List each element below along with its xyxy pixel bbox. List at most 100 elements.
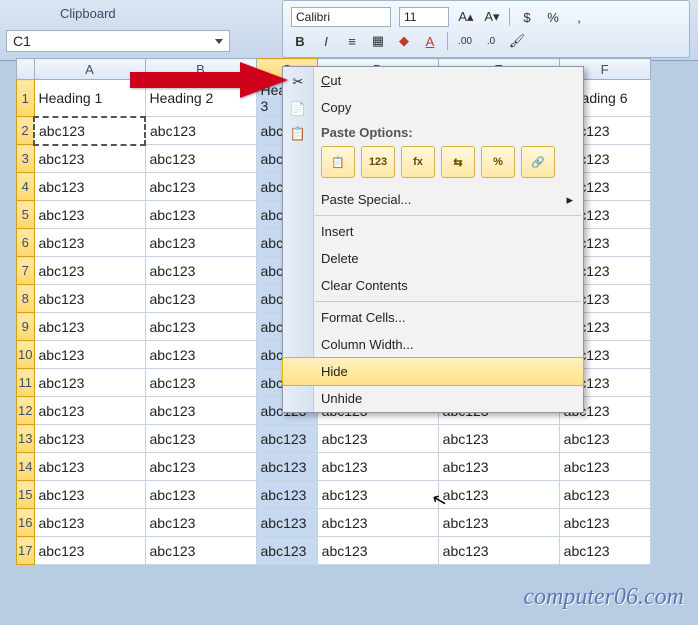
data-cell[interactable]: abc123 <box>34 173 145 201</box>
row-header[interactable]: 1 <box>17 80 35 117</box>
row-header[interactable]: 14 <box>17 453 35 481</box>
data-cell[interactable]: abc123 <box>317 481 438 509</box>
data-cell[interactable]: abc123 <box>256 481 317 509</box>
paste-option-button[interactable]: % <box>481 146 515 178</box>
select-all-corner[interactable] <box>17 59 35 80</box>
data-cell[interactable]: abc123 <box>145 313 256 341</box>
data-cell[interactable]: abc123 <box>256 425 317 453</box>
data-cell[interactable]: abc123 <box>559 481 650 509</box>
row-header[interactable]: 2 <box>17 117 35 145</box>
menu-item-cut[interactable]: ✂ Cut <box>283 67 583 94</box>
data-cell[interactable]: abc123 <box>317 537 438 565</box>
row-header[interactable]: 10 <box>17 341 35 369</box>
data-cell[interactable]: abc123 <box>438 481 559 509</box>
paste-option-button[interactable]: fx <box>401 146 435 178</box>
data-cell[interactable]: abc123 <box>145 537 256 565</box>
data-cell[interactable]: abc123 <box>145 117 256 145</box>
data-cell[interactable]: abc123 <box>34 201 145 229</box>
data-cell[interactable]: abc123 <box>34 453 145 481</box>
data-cell[interactable]: abc123 <box>145 257 256 285</box>
data-cell[interactable]: abc123 <box>145 341 256 369</box>
menu-item-copy[interactable]: 📄 Copy <box>283 94 583 121</box>
menu-item-hide[interactable]: Hide <box>282 357 584 386</box>
comma-format-button[interactable]: , <box>570 8 588 26</box>
data-cell[interactable]: abc123 <box>34 509 145 537</box>
row-header[interactable]: 16 <box>17 509 35 537</box>
row-header[interactable]: 8 <box>17 285 35 313</box>
data-cell[interactable]: abc123 <box>145 201 256 229</box>
data-cell[interactable]: abc123 <box>34 425 145 453</box>
row-header[interactable]: 13 <box>17 425 35 453</box>
borders-button[interactable]: ▦ <box>369 32 387 50</box>
data-cell[interactable]: abc123 <box>438 425 559 453</box>
menu-item-insert[interactable]: Insert <box>283 218 583 245</box>
data-cell[interactable]: abc123 <box>559 425 650 453</box>
data-cell[interactable]: abc123 <box>317 425 438 453</box>
data-cell[interactable]: abc123 <box>145 145 256 173</box>
data-cell[interactable]: abc123 <box>34 341 145 369</box>
data-cell[interactable]: abc123 <box>145 509 256 537</box>
data-cell[interactable]: abc123 <box>438 509 559 537</box>
data-cell[interactable]: abc123 <box>145 453 256 481</box>
row-header[interactable]: 7 <box>17 257 35 285</box>
menu-item-delete[interactable]: Delete <box>283 245 583 272</box>
menu-item-column-width[interactable]: Column Width... <box>283 331 583 358</box>
data-cell[interactable]: abc123 <box>34 257 145 285</box>
increase-decimal-button[interactable]: .00 <box>456 32 474 50</box>
font-size-combo[interactable]: 11 <box>399 7 449 27</box>
percent-format-button[interactable]: % <box>544 8 562 26</box>
menu-item-format-cells[interactable]: Format Cells... <box>283 304 583 331</box>
data-cell[interactable]: abc123 <box>256 537 317 565</box>
data-cell[interactable]: abc123 <box>559 537 650 565</box>
menu-item-paste-special[interactable]: Paste Special... ▸ <box>283 186 583 213</box>
menu-item-clear-contents[interactable]: Clear Contents <box>283 272 583 299</box>
row-header[interactable]: 9 <box>17 313 35 341</box>
data-cell[interactable]: abc123 <box>34 313 145 341</box>
data-cell[interactable]: abc123 <box>438 453 559 481</box>
row-header[interactable]: 5 <box>17 201 35 229</box>
data-cell[interactable]: abc123 <box>34 537 145 565</box>
data-cell[interactable]: abc123 <box>145 425 256 453</box>
data-cell[interactable]: abc123 <box>34 369 145 397</box>
data-cell[interactable]: abc123 <box>145 173 256 201</box>
data-cell[interactable]: abc123 <box>145 285 256 313</box>
data-cell[interactable]: abc123 <box>34 285 145 313</box>
data-cell[interactable]: abc123 <box>34 117 145 145</box>
header-cell[interactable]: Heading 1 <box>34 80 145 117</box>
data-cell[interactable]: abc123 <box>559 453 650 481</box>
row-header[interactable]: 15 <box>17 481 35 509</box>
data-cell[interactable]: abc123 <box>317 453 438 481</box>
data-cell[interactable]: abc123 <box>145 229 256 257</box>
row-header[interactable]: 17 <box>17 537 35 565</box>
data-cell[interactable]: abc123 <box>438 537 559 565</box>
data-cell[interactable]: abc123 <box>256 509 317 537</box>
data-cell[interactable]: abc123 <box>317 509 438 537</box>
data-cell[interactable]: abc123 <box>145 481 256 509</box>
paste-option-button[interactable]: 123 <box>361 146 395 178</box>
align-center-button[interactable]: ≡ <box>343 32 361 50</box>
format-painter-button[interactable]: 🖌 <box>508 32 526 50</box>
data-cell[interactable]: abc123 <box>34 145 145 173</box>
data-cell[interactable]: abc123 <box>145 369 256 397</box>
data-cell[interactable]: abc123 <box>34 397 145 425</box>
font-color-button[interactable]: A <box>421 32 439 50</box>
bold-button[interactable]: B <box>291 32 309 50</box>
row-header[interactable]: 4 <box>17 173 35 201</box>
decrease-decimal-button[interactable]: .0 <box>482 32 500 50</box>
menu-item-unhide[interactable]: Unhide <box>283 385 583 412</box>
row-header[interactable]: 3 <box>17 145 35 173</box>
accounting-format-button[interactable]: $ <box>518 8 536 26</box>
row-header[interactable]: 11 <box>17 369 35 397</box>
data-cell[interactable]: abc123 <box>34 481 145 509</box>
font-name-combo[interactable]: Calibri <box>291 7 391 27</box>
row-header[interactable]: 12 <box>17 397 35 425</box>
italic-button[interactable]: I <box>317 32 335 50</box>
data-cell[interactable]: abc123 <box>559 509 650 537</box>
shrink-font-button[interactable]: A▾ <box>483 8 501 26</box>
paste-option-button[interactable]: 🔗 <box>521 146 555 178</box>
grow-font-button[interactable]: A▴ <box>457 8 475 26</box>
fill-color-button[interactable]: ◆ <box>395 32 413 50</box>
row-header[interactable]: 6 <box>17 229 35 257</box>
paste-option-button[interactable]: ⇆ <box>441 146 475 178</box>
data-cell[interactable]: abc123 <box>256 453 317 481</box>
